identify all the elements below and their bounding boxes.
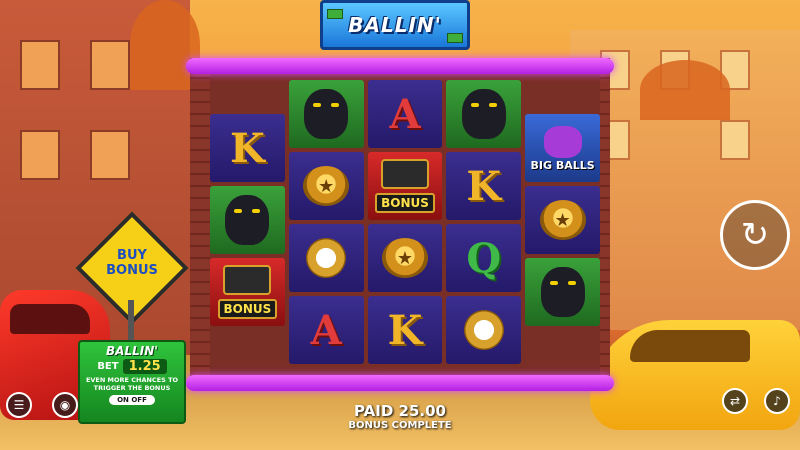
- buy-bonus-line1: BUY: [117, 248, 147, 263]
- paid-line: PAID 25.00: [310, 402, 490, 420]
- neon-bottom-bar: [186, 375, 614, 391]
- panther-icon: [225, 195, 270, 245]
- watch-icon: [306, 238, 347, 278]
- symbol-letter: A: [310, 306, 342, 354]
- symbol-letter: K: [466, 162, 502, 210]
- watch-icon: [463, 310, 504, 350]
- cash-case-icon: [380, 159, 429, 189]
- symbol-panther: [210, 186, 285, 254]
- symbol-bonus: BONUS: [210, 258, 285, 326]
- symbol-k: K: [210, 114, 285, 182]
- menu-icon[interactable]: ☰: [6, 392, 32, 418]
- symbol-letter: K: [230, 124, 265, 172]
- feature-panel: BALLIN' BET 1.25 EVEN MORE CHANCES TO TR…: [78, 340, 186, 424]
- symbol-letter: A: [389, 90, 421, 138]
- symbol-panther: [525, 258, 600, 326]
- bonus-label: BONUS: [375, 193, 435, 213]
- reel-4: KQ: [446, 80, 522, 370]
- feature-toggle[interactable]: ON OFF: [109, 395, 155, 405]
- feature-bet-value: 1.25: [122, 359, 167, 374]
- palm-tree: [640, 60, 730, 120]
- logo-text: BALLIN': [348, 13, 442, 37]
- symbol-big-balls: BIG BALLS: [525, 114, 600, 182]
- symbol-a: A: [367, 80, 443, 148]
- reel-1: K BONUS: [210, 80, 285, 370]
- spin-icon[interactable]: ↻: [720, 200, 790, 270]
- feature-bet: BET 1.25: [80, 359, 184, 374]
- symbol-panther: [446, 80, 522, 148]
- panther-icon: [304, 89, 349, 139]
- symbol-a: A: [288, 296, 364, 364]
- feature-bet-label: BET: [97, 361, 119, 372]
- paid-label: PAID: [354, 402, 394, 420]
- sound-icon[interactable]: ♪: [764, 388, 790, 414]
- panther-icon: [461, 89, 506, 139]
- feature-title: BALLIN': [106, 344, 158, 358]
- coins-icon[interactable]: ◉: [52, 392, 78, 418]
- symbol-k: K: [367, 296, 443, 364]
- paid-value: 25.00: [398, 402, 446, 420]
- symbol-letter: K: [387, 306, 423, 354]
- symbol-k: K: [446, 152, 522, 220]
- reel-3: A BONUS ★ K: [367, 80, 443, 370]
- big-balls-label: BIG BALLS: [530, 158, 595, 172]
- ring-icon: ★: [303, 166, 350, 206]
- symbol-watch: [446, 296, 522, 364]
- game-logo: BALLIN': [320, 0, 470, 50]
- symbol-ring: ★: [367, 224, 443, 292]
- symbol-letter: Q: [466, 234, 502, 282]
- reel-2: ★ A: [288, 80, 364, 370]
- symbol-ring: ★: [525, 186, 600, 254]
- symbol-watch: [288, 224, 364, 292]
- symbol-panther: [288, 80, 364, 148]
- panther-icon: [540, 267, 585, 317]
- symbol-ring: ★: [288, 152, 364, 220]
- feature-description: EVEN MORE CHANCES TO TRIGGER THE BONUS: [85, 376, 179, 392]
- symbol-q: Q: [446, 224, 522, 292]
- gangster-icon: [543, 125, 582, 158]
- symbol-bonus: BONUS: [367, 152, 443, 220]
- bonus-label: BONUS: [217, 299, 278, 319]
- win-status: PAID 25.00 BONUS COMPLETE: [310, 402, 490, 431]
- reel-grid: K BONUS ★ A A BONUS ★ K K Q BIG BALLS ★: [210, 80, 600, 370]
- ring-icon: ★: [381, 238, 428, 278]
- buy-bonus-line2: BONUS: [106, 263, 158, 278]
- bonus-complete-text: BONUS COMPLETE: [348, 420, 452, 431]
- ring-icon: ★: [539, 200, 586, 240]
- neon-top-bar: [186, 58, 614, 74]
- reel-5: BIG BALLS ★: [525, 80, 600, 370]
- buy-bonus-label[interactable]: BUY BONUS: [92, 248, 172, 278]
- cash-case-icon: [223, 265, 272, 295]
- autoplay-icon[interactable]: ⇄: [722, 388, 748, 414]
- yellow-car: [590, 320, 800, 430]
